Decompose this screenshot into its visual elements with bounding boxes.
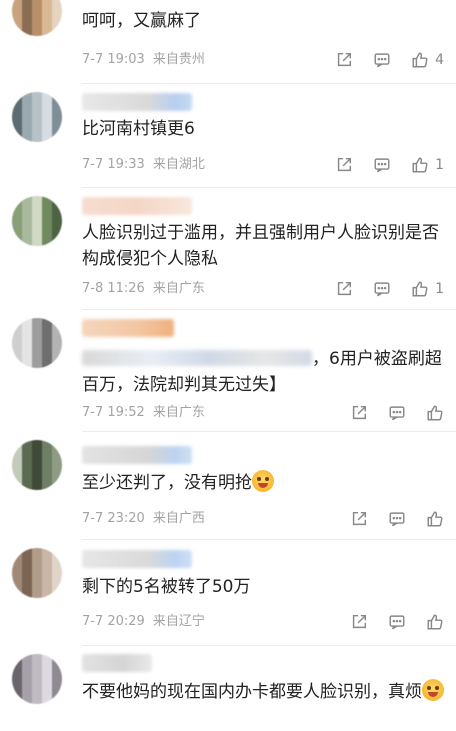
comment-button[interactable] xyxy=(388,613,406,631)
comment-icon xyxy=(374,53,390,68)
comment-item: ，6用户被盗刷超百万，法院却判其无过失】 7-7 19:52 来自广东 xyxy=(0,310,456,432)
share-button[interactable] xyxy=(335,156,353,174)
comment-icon xyxy=(374,282,390,297)
share-icon xyxy=(352,511,367,526)
comment-item: 呵呵，又赢麻了 7-7 19:03 来自贵州 4 xyxy=(0,0,456,84)
comment-button[interactable] xyxy=(373,51,391,69)
thumbs-up-icon xyxy=(412,157,428,173)
thumbs-up-icon xyxy=(427,614,443,630)
comment-text: 人脸识别过于滥用，并且强制用户人脸识别是否构成侵犯个人隐私 xyxy=(82,223,439,269)
comment-item: 人脸识别过于滥用，并且强制用户人脸识别是否构成侵犯个人隐私 7-8 11:26 来… xyxy=(0,188,456,310)
comment-actions xyxy=(330,611,444,633)
comment-text: 至少还判了，没有明抢 xyxy=(82,470,447,496)
avatar[interactable] xyxy=(12,92,62,142)
like-button[interactable] xyxy=(426,510,444,528)
comment-text: 呵呵，又赢麻了 xyxy=(82,11,201,31)
comment-location: 来自广东 xyxy=(152,405,205,420)
avatar[interactable] xyxy=(12,654,62,704)
comment-actions: 1 xyxy=(315,154,444,176)
like-count: 4 xyxy=(435,52,444,68)
share-icon xyxy=(352,614,367,629)
username[interactable] xyxy=(82,550,192,568)
comment-meta: 7-7 20:29 来自辽宁 xyxy=(82,614,213,630)
comment-text: 比河南村镇更6 xyxy=(82,119,195,139)
share-icon xyxy=(337,157,352,172)
username[interactable] xyxy=(82,654,152,672)
avatar[interactable] xyxy=(12,318,62,368)
comment-text: 剩下的5名被转了50万 xyxy=(82,577,251,597)
comment-button[interactable] xyxy=(373,280,391,298)
comment-item: 比河南村镇更6 7-7 19:33 来自湖北 1 xyxy=(0,84,456,188)
comment-icon xyxy=(374,158,390,173)
username[interactable] xyxy=(82,319,174,337)
comment-date: 7-7 19:33 xyxy=(82,157,145,172)
comment-icon xyxy=(389,512,405,527)
comment-meta: 7-8 11:26 来自广东 xyxy=(82,281,213,297)
share-icon xyxy=(337,281,352,296)
comment-button[interactable] xyxy=(373,156,391,174)
comment-date: 7-8 11:26 xyxy=(82,281,145,296)
like-button[interactable]: 4 xyxy=(411,51,444,69)
comment-text-main: 不要他妈的现在国内办卡都要人脸识别，真烦 xyxy=(82,682,422,702)
comment-item: 剩下的5名被转了50万 7-7 20:29 来自辽宁 xyxy=(0,540,456,646)
username[interactable] xyxy=(82,446,192,464)
comment-meta: 7-7 19:03 来自贵州 xyxy=(82,52,213,68)
comment-location: 来自广西 xyxy=(152,511,205,526)
comment-date: 7-7 23:20 xyxy=(82,511,145,526)
thumbs-up-icon xyxy=(427,405,443,421)
blurred-quote xyxy=(82,350,312,366)
like-count: 1 xyxy=(435,281,444,297)
comment-date: 7-7 19:52 xyxy=(82,405,145,420)
comment-meta: 7-7 23:20 来自广西 xyxy=(82,511,213,527)
share-button[interactable] xyxy=(350,404,368,422)
thumbs-up-icon xyxy=(412,281,428,297)
comment-icon xyxy=(389,615,405,630)
comment-actions xyxy=(330,402,444,424)
avatar[interactable] xyxy=(12,548,62,598)
comment-text: 不要他妈的现在国内办卡都要人脸识别，真烦 xyxy=(82,679,447,705)
share-button[interactable] xyxy=(350,510,368,528)
comment-location: 来自辽宁 xyxy=(152,614,205,629)
share-button[interactable] xyxy=(350,613,368,631)
like-count: 1 xyxy=(435,157,444,173)
comment-actions: 4 xyxy=(315,49,444,71)
comment-button[interactable] xyxy=(388,404,406,422)
avatar[interactable] xyxy=(12,196,62,246)
comment-location: 来自湖北 xyxy=(152,157,205,172)
share-button[interactable] xyxy=(335,51,353,69)
comment-text: ，6用户被盗刷超百万，法院却判其无过失】 xyxy=(82,346,447,398)
thumbs-up-icon xyxy=(427,511,443,527)
comment-item: 至少还判了，没有明抢 7-7 23:20 来自广西 xyxy=(0,432,456,540)
comment-location: 来自广东 xyxy=(152,281,205,296)
like-button[interactable] xyxy=(426,404,444,422)
thumbs-up-icon xyxy=(412,52,428,68)
grin-emoji-icon xyxy=(252,470,274,492)
comment-meta: 7-7 19:52 来自广东 xyxy=(82,405,213,421)
comment-meta: 7-7 19:33 来自湖北 xyxy=(82,157,213,173)
comment-date: 7-7 19:03 xyxy=(82,52,145,67)
share-icon xyxy=(337,52,352,67)
comment-text-main: 至少还判了，没有明抢 xyxy=(82,473,252,493)
comment-date: 7-7 20:29 xyxy=(82,614,145,629)
comment-item: 不要他妈的现在国内办卡都要人脸识别，真烦 xyxy=(0,646,456,731)
username[interactable] xyxy=(82,93,192,111)
avatar[interactable] xyxy=(12,440,62,490)
like-button[interactable]: 1 xyxy=(411,156,444,174)
grin-emoji-icon xyxy=(422,679,444,701)
comment-button[interactable] xyxy=(388,510,406,528)
share-icon xyxy=(352,405,367,420)
comment-icon xyxy=(389,406,405,421)
username[interactable] xyxy=(82,197,192,215)
comment-actions xyxy=(330,508,444,530)
like-button[interactable]: 1 xyxy=(411,280,444,298)
avatar[interactable] xyxy=(12,0,62,36)
comment-actions: 1 xyxy=(315,278,444,300)
like-button[interactable] xyxy=(426,613,444,631)
share-button[interactable] xyxy=(335,280,353,298)
comment-location: 来自贵州 xyxy=(152,52,205,67)
